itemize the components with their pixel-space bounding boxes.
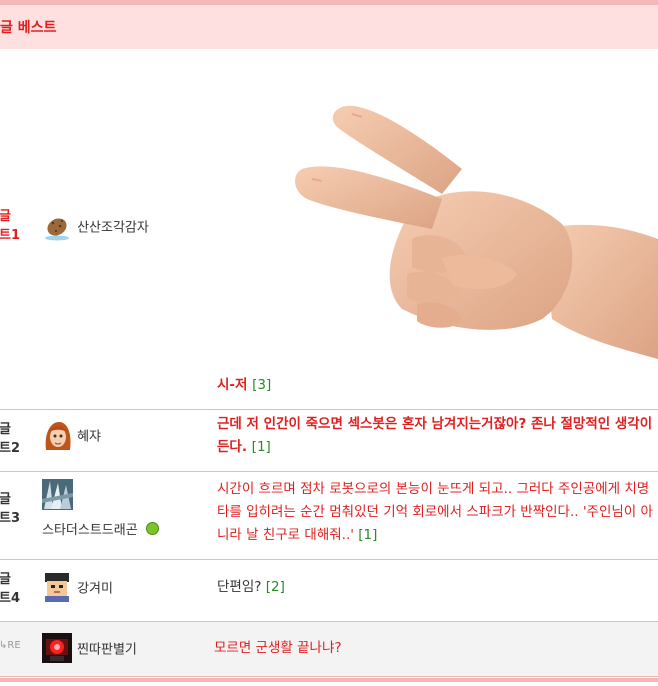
- table-row: ↳RE 찐따판별기 모르면 군생활 끝나냐?: [0, 622, 658, 677]
- author-name: 스타더스트드래곤: [42, 523, 138, 538]
- comment-count: [1]: [358, 527, 378, 543]
- post-title-text[interactable]: 모르면 군생활 끝나냐?: [214, 640, 342, 656]
- post-image[interactable]: [292, 99, 658, 359]
- avatar: [42, 572, 72, 602]
- author-name: 찐따판별기: [77, 642, 137, 658]
- post-title[interactable]: 모르면 군생활 끝나냐?: [214, 637, 652, 660]
- post-title-text[interactable]: 단편임?: [217, 579, 261, 595]
- rank-label: 글 트3: [0, 492, 21, 526]
- author-name: 혜쟈: [77, 429, 102, 445]
- author[interactable]: 혜쟈: [42, 420, 101, 450]
- author[interactable]: 산산조각감자: [42, 211, 149, 241]
- post-title[interactable]: 시간이 흐르며 점차 로봇으로의 본능이 눈뜨게 되고.. 그러다 주인공에게 …: [217, 478, 655, 547]
- avatar: [42, 479, 73, 510]
- rank-label: 글 트1: [0, 209, 21, 243]
- author-name: 산산조각감자: [77, 220, 149, 236]
- post-title[interactable]: 근데 저 인간이 죽으면 섹스봇은 혼자 남겨지는거잖아? 존나 절망적인 생각…: [217, 413, 655, 459]
- table-row: 글 트1 산산조각감자 시-저 [3]: [0, 49, 658, 410]
- board-title: 글 베스트: [0, 20, 57, 36]
- table-row: 글 트2 혜쟈 근데 저 인간이 죽으면 섹스봇은 혼자 남겨지는거잖아? 존나…: [0, 410, 658, 472]
- avatar: [42, 633, 72, 663]
- author-name: 강겨미: [77, 581, 113, 597]
- bottom-border: [0, 678, 658, 682]
- post-title[interactable]: 시-저 [3]: [217, 374, 655, 397]
- avatar: [42, 211, 72, 241]
- board-header: 글 베스트: [0, 5, 658, 49]
- online-status-icon: [145, 522, 159, 535]
- avatar: [42, 420, 72, 450]
- rank-label: 글 트2: [0, 422, 21, 456]
- post-title-text[interactable]: 근데 저 인간이 죽으면 섹스봇은 혼자 남겨지는거잖아? 존나 절망적인 생각…: [217, 416, 652, 455]
- reply-label: ↳RE: [0, 640, 21, 652]
- post-title-text[interactable]: 시간이 흐르며 점차 로봇으로의 본능이 눈뜨게 되고.. 그러다 주인공에게 …: [217, 481, 653, 543]
- table-row: 글 트4 강겨미 단편임? [2]: [0, 560, 658, 622]
- comment-count: [3]: [252, 377, 272, 393]
- best-posts-board: 글 베스트 글 트1 산산조각감자 시-저 [3] 글 트2 혜쟈 근데 저 인…: [0, 0, 658, 686]
- reply-tag: RE: [7, 640, 21, 651]
- peace-sign-hand-image: [295, 105, 658, 359]
- post-title[interactable]: 단편임? [2]: [217, 576, 655, 599]
- author[interactable]: 강겨미: [42, 572, 113, 602]
- table-row: 글 트3 스타더스트드래곤 시간이 흐르며 점차 로봇으로의 본능이 눈뜨게 되…: [0, 472, 658, 560]
- comment-count: [1]: [251, 439, 271, 455]
- post-title-text[interactable]: 시-저: [217, 377, 247, 393]
- comment-count: [2]: [265, 579, 285, 595]
- rank-label: 글 트4: [0, 572, 21, 606]
- author[interactable]: 스타더스트드래곤: [42, 479, 159, 538]
- author[interactable]: 찐따판별기: [42, 633, 137, 663]
